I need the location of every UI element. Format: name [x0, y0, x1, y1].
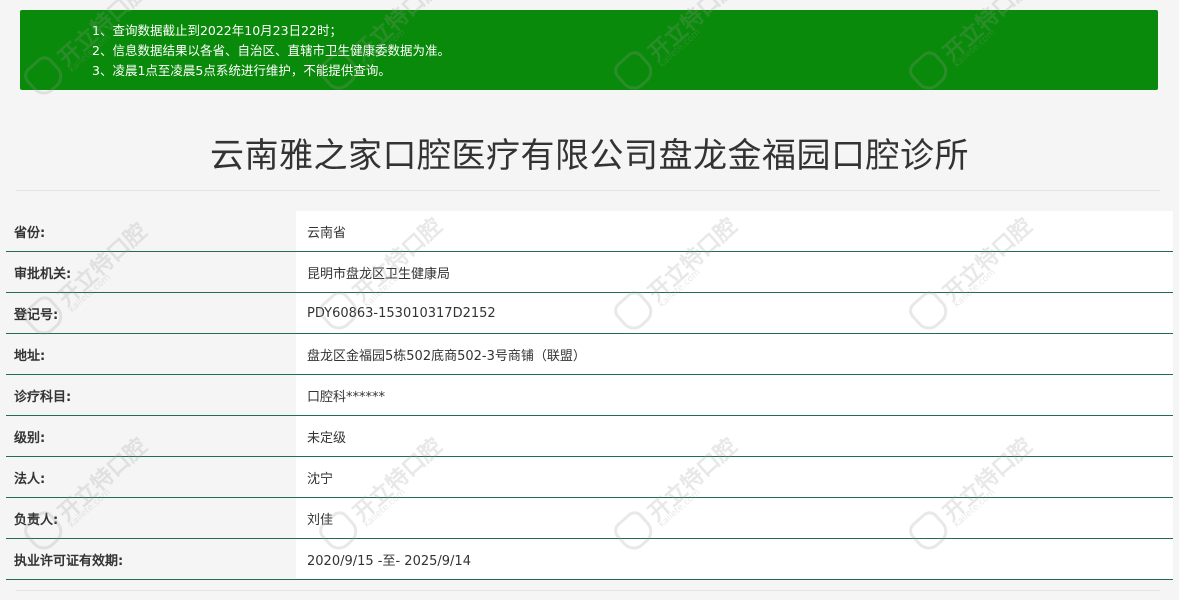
table-row: 审批机关: 昆明市盘龙区卫生健康局 — [6, 252, 1173, 293]
row-value: 2020/9/15 -至- 2025/9/14 — [296, 539, 1173, 579]
notice-line-1: 1、查询数据截止到2022年10月23日22时； — [92, 23, 342, 38]
table-row: 法人: 沈宁 — [6, 457, 1173, 498]
table-row: 执业许可证有效期: 2020/9/15 -至- 2025/9/14 — [6, 539, 1173, 580]
row-value: 未定级 — [296, 416, 1173, 456]
row-label: 审批机关: — [14, 266, 72, 282]
info-table: 省份: 云南省 审批机关: 昆明市盘龙区卫生健康局 登记号: PDY60863-… — [6, 211, 1173, 580]
row-label: 诊疗科目: — [14, 389, 72, 405]
row-value: PDY60863-153010317D2152 — [296, 293, 1173, 333]
table-row: 级别: 未定级 — [6, 416, 1173, 457]
row-label: 负责人: — [14, 512, 59, 528]
page-title: 云南雅之家口腔医疗有限公司盘龙金福园口腔诊所 — [210, 136, 969, 176]
row-label: 级别: — [14, 430, 46, 446]
row-label: 执业许可证有效期: — [14, 553, 124, 569]
notice-line-2: 2、信息数据结果以各省、自治区、直辖市卫生健康委数据为准。 — [92, 43, 450, 58]
notice-banner: 1、查询数据截止到2022年10月23日22时； 2、信息数据结果以各省、自治区… — [20, 10, 1158, 90]
table-row: 省份: 云南省 — [6, 211, 1173, 252]
table-row: 诊疗科目: 口腔科****** — [6, 375, 1173, 416]
notice-line-3: 3、凌晨1点至凌晨5点系统进行维护，不能提供查询。 — [92, 63, 391, 78]
row-value: 口腔科****** — [296, 375, 1173, 415]
table-row: 登记号: PDY60863-153010317D2152 — [6, 293, 1173, 334]
row-label: 法人: — [14, 471, 46, 487]
bottom-divider — [16, 590, 1160, 591]
table-row: 负责人: 刘佳 — [6, 498, 1173, 539]
row-value: 沈宁 — [296, 457, 1173, 497]
row-value: 云南省 — [296, 211, 1173, 251]
row-label: 地址: — [14, 348, 46, 364]
row-value: 刘佳 — [296, 498, 1173, 538]
row-label: 登记号: — [14, 307, 59, 323]
row-label: 省份: — [14, 225, 46, 241]
title-divider — [16, 190, 1160, 191]
table-row: 地址: 盘龙区金福园5栋502底商502-3号商铺（联盟） — [6, 334, 1173, 375]
row-value: 昆明市盘龙区卫生健康局 — [296, 252, 1173, 292]
row-value: 盘龙区金福园5栋502底商502-3号商铺（联盟） — [296, 334, 1173, 374]
